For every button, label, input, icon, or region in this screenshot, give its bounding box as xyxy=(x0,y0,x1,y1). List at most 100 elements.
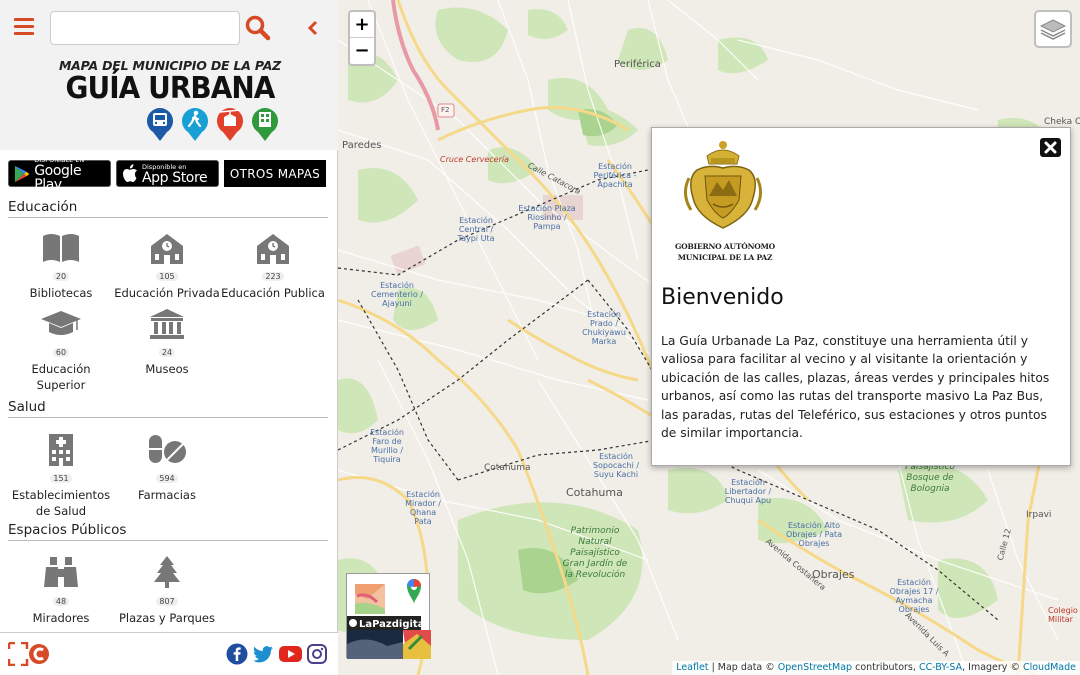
brand-title: GUÍA URBANA xyxy=(65,71,276,106)
category-label: Educación Publica xyxy=(221,286,325,300)
category-museos[interactable]: 24 Museos xyxy=(114,308,220,377)
gov-name: GOBIERNO AUTÓNOMO MUNICIPAL DE LA PAZ xyxy=(674,242,776,262)
museum-icon xyxy=(150,309,184,339)
search-input[interactable] xyxy=(50,11,240,45)
station-label: Estación Obrajes 17 / Aymacha Obrajes xyxy=(889,578,939,614)
youtube-icon[interactable] xyxy=(278,643,303,665)
park-label-bosque: Paisajístico Bosque de Bolognia xyxy=(905,462,955,494)
pills-icon xyxy=(149,435,186,463)
graduation-cap-icon xyxy=(41,311,81,335)
popup-body: La Guía Urbanade La Paz, constituye una … xyxy=(661,334,1050,441)
close-button[interactable] xyxy=(1040,138,1061,157)
twitter-icon[interactable] xyxy=(252,643,274,665)
zoom-in-button[interactable]: + xyxy=(350,12,374,38)
category-label: Educación Privada xyxy=(114,286,220,300)
category-count: 594 xyxy=(156,474,178,483)
book-icon xyxy=(43,234,79,262)
category-count: 223 xyxy=(262,272,284,281)
section-espacios-title: Espacios Públicos xyxy=(8,522,328,541)
section-educacion-title: Educación xyxy=(8,199,328,218)
category-farmacias[interactable]: 594 Farmacias xyxy=(114,432,220,503)
sidebar-header: MAPA DEL MUNICIPIO DE LA PAZ GUÍA URBANA xyxy=(0,0,338,150)
category-educacion-superior[interactable]: 60 Educación Superior xyxy=(8,308,114,393)
search-icon[interactable] xyxy=(244,14,272,42)
category-label: Educación Superior xyxy=(31,362,91,392)
license-link[interactable]: CC-BY-SA xyxy=(919,662,962,673)
category-label: Plazas y Parques xyxy=(118,611,215,625)
map-attribution: Leaflet | Map data © OpenStreetMap contr… xyxy=(672,661,1080,675)
coat-of-arms-icon xyxy=(684,141,762,229)
binoculars-icon xyxy=(44,557,78,587)
category-educacion-privada[interactable]: 105 Educación Privada xyxy=(114,232,220,301)
app-store-button[interactable]: Disponible en App Store xyxy=(116,160,219,187)
layers-button[interactable] xyxy=(1034,10,1072,48)
category-miradores[interactable]: 48 Miradores xyxy=(8,555,114,626)
category-count: 20 xyxy=(52,272,70,281)
category-establecimientos-salud[interactable]: 151 Establecimientos de Salud xyxy=(8,432,114,519)
section-salud-title: Salud xyxy=(8,399,328,418)
bus-icon xyxy=(147,108,173,141)
store-buttons: DISPONIBLE EN Google Play Disponible en … xyxy=(8,156,326,192)
minimap-label: LaPazdigital xyxy=(359,619,428,630)
school-icon xyxy=(151,234,183,264)
category-label: Farmacias xyxy=(138,488,196,502)
otros-mapas-button[interactable]: OTROS MAPAS xyxy=(224,160,326,187)
osm-link[interactable]: OpenStreetMap xyxy=(778,662,852,673)
category-label: Miradores xyxy=(32,611,90,625)
building-icon xyxy=(252,108,278,141)
category-plazas-parques[interactable]: 807 Plazas y Parques xyxy=(114,555,220,626)
category-count: 60 xyxy=(52,348,70,357)
category-count: 24 xyxy=(158,348,176,357)
map-label-colegio: Colegio Militar xyxy=(1048,606,1078,624)
attribution-text: , Imagery © xyxy=(962,662,1023,673)
google-play-button[interactable]: DISPONIBLE EN Google Play xyxy=(8,156,111,192)
instagram-icon[interactable] xyxy=(306,643,328,665)
sidebar-footer xyxy=(0,632,338,675)
station-label: Estación Cementerio / Ajayuni xyxy=(371,281,423,308)
hospital-icon xyxy=(49,434,73,466)
layers-icon xyxy=(1039,19,1067,40)
chevron-left-icon[interactable] xyxy=(303,17,323,39)
google-play-icon xyxy=(14,165,30,182)
apple-icon xyxy=(123,164,137,182)
map-label-periferica: Periférica xyxy=(614,59,661,70)
app-store-label: App Store xyxy=(142,169,208,186)
cablecar-icon xyxy=(217,108,243,141)
map-label-cruce: Cruce Cervecería xyxy=(440,155,509,164)
sidebar: MAPA DEL MUNICIPIO DE LA PAZ GUÍA URBANA xyxy=(0,0,338,675)
station-label: Estación Central / Taypi Uta xyxy=(457,216,495,243)
app: MAPA DEL MUNICIPIO DE LA PAZ GUÍA URBANA xyxy=(0,0,1080,675)
category-educacion-publica[interactable]: 223 Educación Publica xyxy=(220,232,326,301)
map-label-route: F2 xyxy=(441,106,450,114)
category-label: Bibliotecas xyxy=(29,286,93,300)
tree-icon xyxy=(154,556,180,588)
menu-icon[interactable] xyxy=(14,18,34,36)
brand-icons xyxy=(145,106,280,142)
category-count: 48 xyxy=(52,597,70,606)
station-label: Estación Libertador / Chuqui Apu xyxy=(724,478,772,505)
minimap-widget[interactable]: LaPazdigital xyxy=(346,573,431,659)
popup-title: Bienvenido xyxy=(661,285,784,310)
category-bibliotecas[interactable]: 20 Bibliotecas xyxy=(8,232,114,301)
category-count: 105 xyxy=(156,272,178,281)
station-label: Estación Plaza Riosinho / Pampa xyxy=(518,204,576,231)
station-label: Estación Alto Obrajes / Pata Obrajes xyxy=(785,521,843,548)
gamlp-logo-icon[interactable] xyxy=(8,642,50,666)
facebook-icon[interactable] xyxy=(226,643,248,665)
map-label-cheka: Cheka Ch xyxy=(1044,117,1080,127)
zoom-out-button[interactable]: − xyxy=(350,38,374,64)
gov-logo: GOBIERNO AUTÓNOMO MUNICIPAL DE LA PAZ xyxy=(667,138,782,268)
map-label-cotahuma: Cotahuma xyxy=(566,486,623,499)
category-label: Establecimientos de Salud xyxy=(11,488,111,518)
map-label-irpavi: Irpavi xyxy=(1026,510,1052,520)
attribution-text: contributors, xyxy=(852,662,919,673)
station-label: Estación Prado / Chukiyawu Marka xyxy=(582,310,626,346)
school-icon xyxy=(257,234,289,264)
lapaz-digital-icon: LaPazdigital xyxy=(347,579,431,659)
leaflet-link[interactable]: Leaflet xyxy=(676,662,708,673)
zoom-control: + − xyxy=(348,10,376,66)
close-icon xyxy=(1044,141,1057,154)
station-label: Estación Faro de Murillo / Tiquira xyxy=(370,428,404,464)
cloudmade-link[interactable]: CloudMade xyxy=(1023,662,1076,673)
park-label-patrimonio: Patrimonio Natural Paisajístico Gran Jar… xyxy=(562,526,628,580)
